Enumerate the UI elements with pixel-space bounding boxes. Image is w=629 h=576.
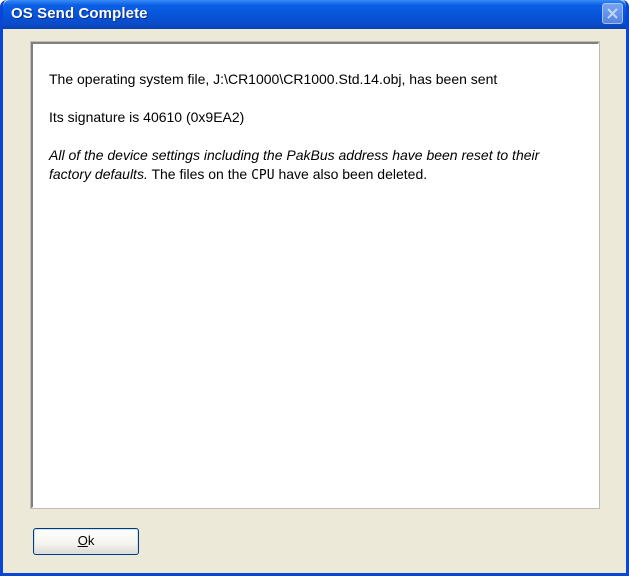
message-files-suffix: have also been deleted. — [274, 166, 428, 182]
close-icon — [607, 8, 618, 19]
title-bar[interactable]: OS Send Complete — [3, 0, 626, 29]
message-sent-text: The operating system file, J:\CR1000\CR1… — [49, 71, 498, 87]
dialog-window: OS Send Complete The operating system fi… — [0, 0, 629, 576]
ok-button[interactable]: Ok — [33, 528, 139, 555]
message-warning-paragraph: All of the device settings including the… — [49, 146, 580, 185]
close-button[interactable] — [602, 3, 623, 24]
message-panel: The operating system file, J:\CR1000\CR1… — [30, 41, 600, 509]
ok-button-mnemonic: O — [77, 533, 88, 548]
ok-button-label-rest: k — [87, 533, 95, 548]
message-cpu-label: CPU — [251, 168, 275, 183]
message-signature-text: Its signature is 40610 (0x9EA2) — [49, 109, 245, 125]
dialog-title: OS Send Complete — [11, 5, 148, 22]
message-files-prefix: The files on the — [147, 166, 252, 182]
